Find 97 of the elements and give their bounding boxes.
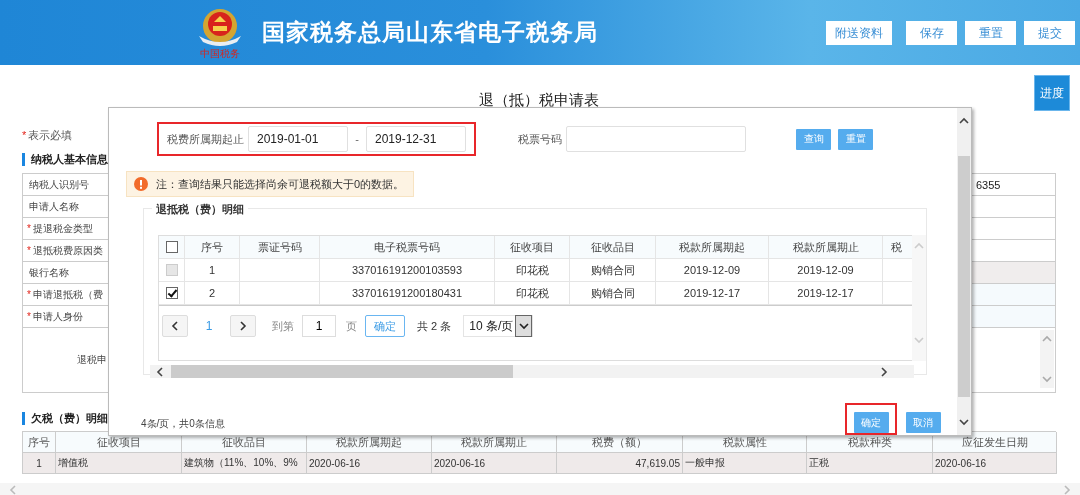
- required-mark: *: [27, 289, 31, 300]
- checkbox[interactable]: [165, 287, 178, 299]
- table-cell: 2020-06-16: [432, 453, 557, 474]
- dropdown-icon: [517, 321, 530, 331]
- header-button[interactable]: 附送资料: [826, 21, 892, 45]
- required-note: 表示必填: [28, 129, 73, 141]
- form-field[interactable]: [972, 306, 1056, 328]
- summary-text: 4条/页，共0条信息: [141, 417, 225, 431]
- label-text: 退抵税费原因类: [32, 243, 103, 258]
- required-mark: *: [27, 223, 31, 234]
- next-page-button[interactable]: [230, 315, 256, 337]
- scroll-left-icon[interactable]: [155, 365, 165, 378]
- table-cell: 购销合同: [570, 259, 656, 282]
- section-marker: [22, 411, 25, 425]
- form-field[interactable]: [972, 284, 1056, 306]
- label-text: 提退税金类型: [32, 221, 93, 236]
- ticket-number-field[interactable]: [566, 126, 746, 152]
- table-cell: 印花税: [495, 259, 570, 282]
- scroll-up-icon[interactable]: [958, 116, 970, 126]
- site-title: 国家税务总局山东省电子税务局: [262, 18, 598, 47]
- field-label: 税票号码: [518, 131, 562, 147]
- page-size-select[interactable]: 10 条/页: [463, 315, 534, 337]
- required-mark: *: [22, 129, 27, 141]
- table-cell: 建筑物（11%、10%、9%: [182, 453, 307, 474]
- column-header: 税款所属期止: [769, 236, 883, 259]
- column-header: 票证号码: [240, 236, 320, 259]
- total-count: 共 2 条: [417, 318, 452, 334]
- chevron-left-icon: [170, 320, 180, 332]
- table-cell: 购销合同: [570, 282, 656, 305]
- field-label: 税费所属期起止: [167, 131, 244, 147]
- table-cell: 1: [185, 259, 240, 282]
- section-marker: [22, 152, 25, 166]
- previous-page-button[interactable]: [162, 315, 188, 337]
- header-button[interactable]: 保存: [906, 21, 957, 45]
- label-text: 退税申: [77, 353, 107, 367]
- checkbox[interactable]: [165, 241, 178, 253]
- warning-icon: [134, 177, 148, 191]
- scroll-thumb[interactable]: [171, 365, 513, 378]
- date-field[interactable]: 2019-01-01: [248, 126, 348, 152]
- emblem-caption: 中国税务: [200, 47, 240, 60]
- column-header: 应征发生日期: [933, 432, 1057, 453]
- table-cell: 一般申报: [683, 453, 807, 474]
- label-text: 银行名称: [29, 265, 69, 280]
- required-mark: *: [27, 311, 31, 322]
- label-text: 申请人名称: [29, 199, 79, 214]
- table-cell: 2: [185, 282, 240, 305]
- table-cell: 1: [23, 453, 56, 474]
- section-title: 纳税人基本信息: [31, 151, 108, 167]
- table-cell: 2020-06-16: [307, 453, 432, 474]
- table-cell: 2019-12-09: [769, 259, 883, 282]
- label-text: 申请退抵税（费: [32, 287, 103, 302]
- range-separator: -: [354, 133, 360, 145]
- header-button[interactable]: 提交: [1024, 21, 1075, 45]
- column-header: 序号: [185, 236, 240, 259]
- column-header: 序号: [23, 432, 56, 453]
- required-mark: *: [27, 245, 31, 256]
- page-title: 退（抵）税申请表: [478, 90, 600, 110]
- table-cell: 2019-12-09: [656, 259, 769, 282]
- column-header: 税款所属期起: [656, 236, 769, 259]
- page-number[interactable]: 1: [188, 319, 230, 333]
- form-field[interactable]: [972, 262, 1056, 284]
- header-button[interactable]: 重置: [965, 21, 1016, 45]
- go-button[interactable]: 确定: [365, 315, 405, 337]
- table-cell: 47,619.05: [557, 453, 683, 474]
- table-cell: 2020-06-16: [933, 453, 1057, 474]
- notice-text: 注：查询结果只能选择尚余可退税额大于0的数据。: [156, 176, 405, 192]
- dialog-button[interactable]: 取消: [905, 412, 941, 433]
- table-cell: 正税: [807, 453, 933, 474]
- text-area[interactable]: [972, 328, 1056, 393]
- filter-button[interactable]: 查询: [796, 128, 831, 150]
- column-header: 征收品目: [570, 236, 656, 259]
- scrollbar[interactable]: [150, 365, 914, 378]
- section-title: 欠税（费）明细: [31, 410, 108, 426]
- dialog-button[interactable]: 确定: [853, 412, 889, 433]
- filter-button[interactable]: 重置: [838, 128, 873, 150]
- label-text: 纳税人识别号: [29, 177, 89, 192]
- label-text: 申请人身份: [32, 309, 83, 324]
- scroll-down-icon[interactable]: [958, 417, 970, 427]
- table-cell: 337016191200180431: [320, 282, 495, 305]
- pager-label: 到第: [272, 318, 294, 334]
- chevron-right-icon: [238, 320, 248, 332]
- column-header: 电子税票号码: [320, 236, 495, 259]
- pager-label: 页: [346, 318, 357, 334]
- table-cell: 337016191200103593: [320, 259, 495, 282]
- progress-button[interactable]: 进度: [1034, 75, 1070, 111]
- scroll-thumb[interactable]: [958, 156, 970, 397]
- table-cell: 印花税: [495, 282, 570, 305]
- date-field[interactable]: 2019-12-31: [366, 126, 466, 152]
- page-number-field[interactable]: 1: [302, 315, 336, 337]
- column-header: 征收项目: [495, 236, 570, 259]
- table-cell: 增值税: [56, 453, 182, 474]
- table-cell: 2019-12-17: [769, 282, 883, 305]
- scroll-right-icon[interactable]: [879, 365, 889, 378]
- scrollbar[interactable]: [957, 108, 971, 435]
- table-cell: 2019-12-17: [656, 282, 769, 305]
- column-header: 税: [883, 236, 912, 259]
- panel-title: 退抵税（费）明细: [152, 202, 248, 217]
